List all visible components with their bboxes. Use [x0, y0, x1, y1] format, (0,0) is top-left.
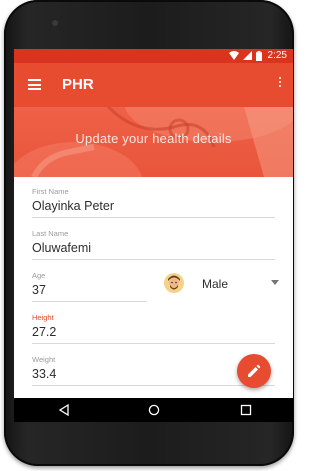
status-time: 2:25 [267, 50, 287, 61]
age-label: Age [32, 271, 46, 280]
age-field[interactable]: Age 37 [32, 271, 147, 302]
height-label: Height [32, 313, 54, 322]
first-name-input[interactable]: Olayinka Peter [32, 199, 275, 213]
wifi-icon [228, 51, 239, 60]
height-underline [32, 343, 275, 344]
first-name-field[interactable]: First Name Olayinka Peter [32, 187, 275, 218]
last-name-underline [32, 259, 275, 260]
back-icon[interactable] [58, 404, 70, 416]
home-icon[interactable] [148, 404, 160, 416]
last-name-label: Last Name [32, 229, 69, 238]
phone-frame: 2:25 PHR Update your health details Firs… [4, 0, 294, 466]
avatar-icon [164, 273, 184, 293]
last-name-field[interactable]: Last Name Oluwafemi [32, 229, 275, 260]
hero-title: Update your health details [75, 131, 232, 146]
height-input[interactable]: 27.2 [32, 325, 275, 339]
edit-icon [248, 364, 261, 377]
first-name-underline [32, 217, 275, 218]
signal-icon [242, 51, 252, 60]
navigation-bar [14, 398, 293, 422]
weight-underline [32, 385, 275, 386]
chevron-down-icon [271, 280, 279, 285]
battery-icon [255, 50, 262, 61]
hero-banner: Update your health details [14, 107, 293, 177]
gender-select[interactable]: Male [164, 273, 279, 293]
last-name-input[interactable]: Oluwafemi [32, 241, 275, 255]
status-bar: 2:25 [14, 49, 293, 63]
app-bar: PHR [14, 63, 293, 107]
menu-icon[interactable] [28, 79, 41, 90]
recents-icon[interactable] [240, 404, 252, 416]
height-field[interactable]: Height 27.2 [32, 313, 275, 344]
gender-value: Male [202, 277, 229, 291]
age-underline [32, 301, 147, 302]
age-input[interactable]: 37 [32, 283, 147, 297]
app-title: PHR [62, 76, 94, 93]
first-name-label: First Name [32, 187, 69, 196]
edit-fab-button[interactable] [237, 354, 271, 388]
phone-sensor [52, 20, 58, 26]
more-vert-icon[interactable] [277, 77, 283, 91]
screen: 2:25 PHR Update your health details Firs… [14, 49, 293, 422]
